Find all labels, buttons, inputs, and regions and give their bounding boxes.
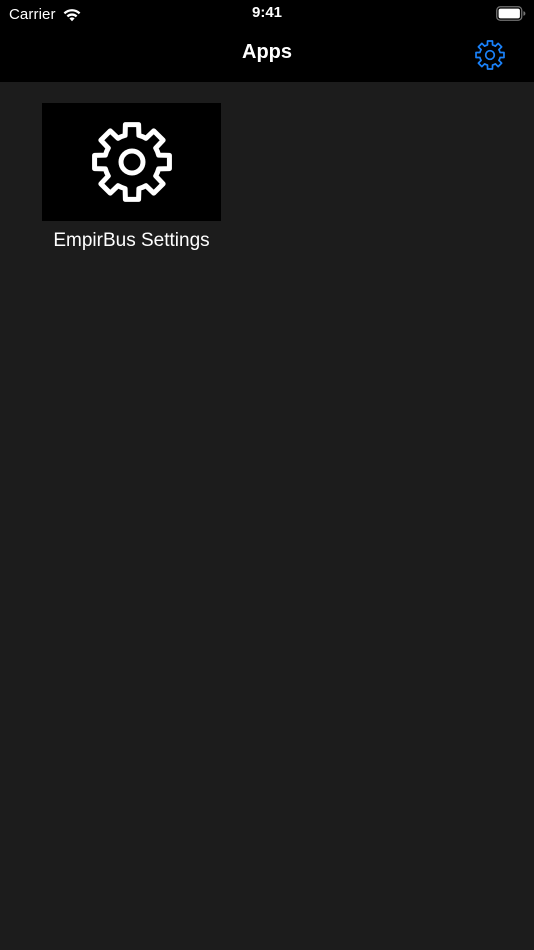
battery-icon [496,6,526,21]
app-icon-container [42,103,221,221]
app-label: EmpirBus Settings [53,230,210,251]
page-title: Apps [242,41,292,63]
gear-icon [91,122,172,202]
status-time: 9:41 [251,4,283,21]
app-tile-empirbus-settings[interactable]: EmpirBus Settings [42,103,221,252]
settings-button[interactable] [474,39,506,71]
apps-grid: EmpirBus Settings [42,103,221,252]
navigation-bar: Apps [0,28,534,82]
gear-icon [475,40,505,70]
status-bar: Carrier 9:41 [0,0,534,28]
top-bar: Carrier 9:41 Apps [0,0,534,82]
